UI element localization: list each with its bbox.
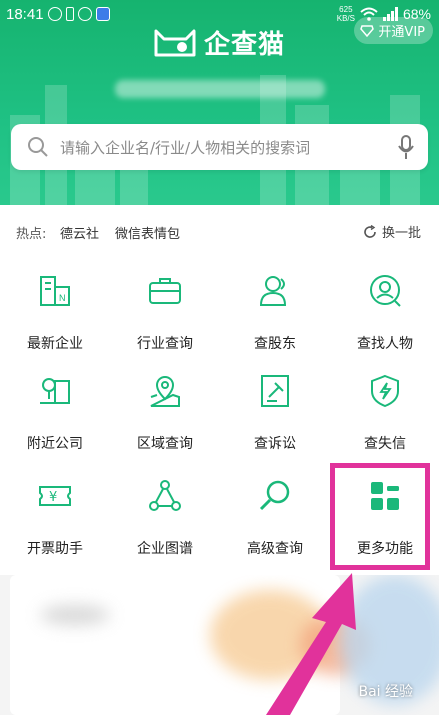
feature-label: 区域查询 (137, 436, 193, 452)
feature-lawsuit[interactable]: 查诉讼 (220, 355, 330, 455)
feature-label: 行业查询 (137, 336, 193, 352)
feature-label: 开票助手 (27, 541, 83, 557)
feature-label: 查找人物 (357, 336, 413, 352)
watermark: Bai 经验 (358, 684, 413, 700)
hot-topics-bar: 热点: 德云社 微信表情包 换一批 (0, 205, 439, 255)
cat-logo-icon (154, 29, 196, 56)
app-header: 18:41 625 KB/S 68% 企查猫 开通VIP 请输入企业名/行业/人… (0, 0, 439, 205)
refresh-button[interactable]: 换一批 (363, 222, 421, 241)
network-speed: 625 KB/S (336, 5, 355, 23)
blurred-slogan (115, 80, 325, 98)
feature-advanced-query[interactable]: 高级查询 (220, 460, 330, 560)
search-bar[interactable] (11, 124, 428, 170)
map-pin-icon (150, 375, 180, 407)
feature-shareholder[interactable]: 查股东 (220, 255, 330, 355)
refresh-icon (364, 224, 376, 238)
svg-text:¥: ¥ (49, 490, 57, 505)
feature-latest-companies[interactable]: N 最新企业 (0, 255, 110, 355)
briefcase-icon (149, 278, 181, 304)
feature-label: 附近公司 (27, 436, 83, 452)
feature-label: 查股东 (254, 336, 296, 352)
app-logo: 企查猫 (152, 24, 285, 61)
sync-icon (78, 7, 92, 21)
building-icon: N (40, 276, 70, 306)
bluetooth-icon (66, 7, 74, 21)
magnifier-icon (259, 480, 290, 511)
feature-company-graph[interactable]: 企业图谱 (110, 460, 220, 560)
hot-label: 热点: (16, 227, 47, 242)
status-time: 18:41 (6, 6, 44, 23)
shareholder-icon (259, 276, 287, 306)
feature-dishonest[interactable]: 查失信 (330, 355, 439, 455)
vip-label: 开通VIP (378, 25, 425, 40)
feature-label: 查诉讼 (254, 436, 296, 452)
gavel-icon (261, 375, 289, 407)
microphone-icon[interactable] (398, 135, 414, 161)
search-icon (28, 137, 48, 157)
nearby-company-icon (40, 378, 70, 404)
hot-item[interactable]: 微信表情包 (115, 223, 180, 242)
status-icons (48, 7, 110, 21)
svg-text:N: N (59, 293, 66, 303)
security-shield-icon (96, 7, 110, 21)
shield-bolt-icon (371, 374, 399, 408)
highlight-box (330, 463, 430, 570)
diamond-icon (360, 24, 375, 37)
feature-industry-query[interactable]: 行业查询 (110, 255, 220, 355)
search-input[interactable] (58, 134, 382, 162)
feature-label: 最新企业 (27, 336, 83, 352)
map-blob (40, 605, 110, 625)
feature-invoice-helper[interactable]: ¥ 开票助手 (0, 460, 110, 560)
feature-label: 高级查询 (247, 541, 303, 557)
feature-find-person[interactable]: 查找人物 (330, 255, 439, 355)
hot-item[interactable]: 德云社 (60, 223, 99, 242)
app-name: 企查猫 (204, 30, 286, 60)
graph-icon (149, 480, 181, 511)
refresh-label: 换一批 (381, 226, 421, 241)
feature-region-query[interactable]: 区域查询 (110, 355, 220, 455)
feature-nearby-companies[interactable]: 附近公司 (0, 355, 110, 455)
open-vip-button[interactable]: 开通VIP (354, 17, 433, 44)
person-search-icon (370, 275, 401, 307)
alarm-icon (48, 7, 62, 21)
feature-label: 企业图谱 (137, 541, 193, 557)
feature-label: 查失信 (364, 436, 406, 452)
ticket-icon: ¥ (39, 486, 71, 506)
